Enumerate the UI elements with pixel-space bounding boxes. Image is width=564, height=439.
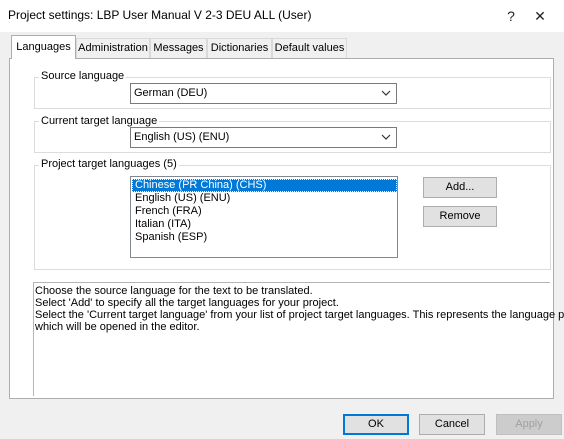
window-title: Project settings: LBP User Manual V 2-3 … (8, 8, 312, 22)
help-text-line: Choose the source language for the text … (35, 285, 313, 297)
chevron-down-icon (381, 90, 391, 96)
tab-administration[interactable]: Administration (76, 38, 150, 58)
list-item[interactable]: French (FRA) (132, 205, 397, 218)
project-target-languages-legend: Project target languages (5) (39, 158, 179, 170)
close-icon: ✕ (534, 8, 546, 24)
title-bar: Project settings: LBP User Manual V 2-3 … (0, 0, 564, 32)
ok-button[interactable]: OK (343, 414, 409, 435)
current-target-language-legend: Current target language (39, 115, 160, 127)
current-target-language-value: English (US) (ENU) (134, 131, 230, 143)
help-text-line: Select 'Add' to specify all the target l… (35, 297, 339, 309)
help-text-line: Select the 'Current target language' fro… (35, 309, 564, 321)
target-languages-list[interactable]: Chinese (PR China) (CHS) English (US) (E… (130, 176, 398, 258)
close-button[interactable]: ✕ (520, 4, 560, 28)
tab-languages[interactable]: Languages (11, 35, 76, 59)
tab-default-values[interactable]: Default values (272, 38, 347, 58)
source-language-legend: Source language (39, 70, 127, 82)
list-item[interactable]: Spanish (ESP) (132, 231, 397, 244)
cancel-button[interactable]: Cancel (419, 414, 485, 435)
source-language-select[interactable]: German (DEU) (130, 83, 397, 104)
add-button[interactable]: Add... (423, 177, 497, 198)
current-target-language-select[interactable]: English (US) (ENU) (130, 127, 397, 148)
source-language-value: German (DEU) (134, 87, 208, 99)
help-text-area: Choose the source language for the text … (33, 282, 564, 396)
list-item[interactable]: Italian (ITA) (132, 218, 397, 231)
tab-messages[interactable]: Messages (150, 38, 207, 58)
list-item[interactable]: Chinese (PR China) (CHS) (132, 179, 397, 192)
tab-dictionaries[interactable]: Dictionaries (207, 38, 272, 58)
list-item[interactable]: English (US) (ENU) (132, 192, 397, 205)
chevron-down-icon (381, 134, 391, 140)
remove-button[interactable]: Remove (423, 206, 497, 227)
help-text-line: which will be opened in the editor. (35, 321, 200, 333)
apply-button[interactable]: Apply (496, 414, 562, 435)
